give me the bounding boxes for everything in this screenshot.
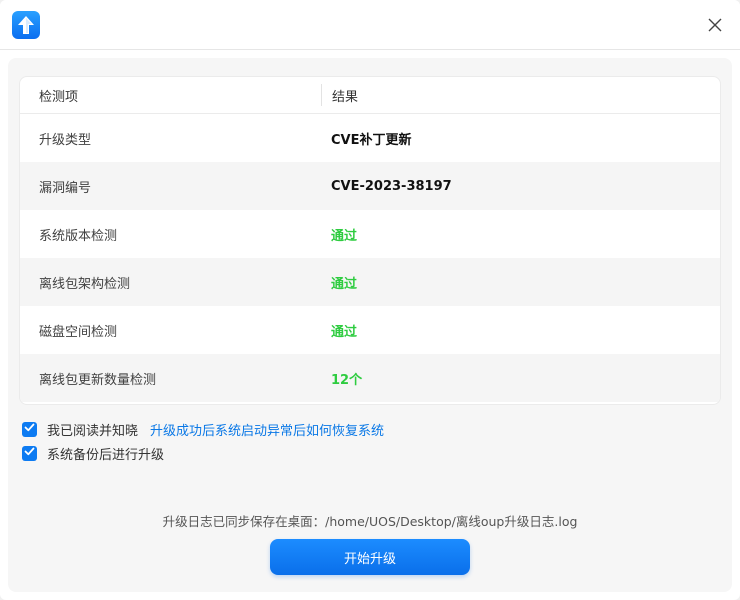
upload-arrow-icon	[12, 11, 40, 39]
row-result-pass: 通过	[331, 228, 358, 244]
row-item: 离线包更新数量检测	[39, 372, 157, 388]
header-item: 检测项	[39, 89, 79, 105]
row-item: 离线包架构检测	[39, 276, 131, 292]
checkmark-icon	[24, 422, 35, 437]
read-label: 我已阅读并知晓	[47, 423, 139, 439]
row-item: 漏洞编号	[39, 180, 92, 196]
close-icon	[708, 17, 722, 36]
log-info: 升级日志已同步保存在桌面：/home/UOS/Desktop/离线oup升级日志…	[8, 511, 732, 530]
content-panel: 检测项 结果 升级类型 CVE补丁更新 漏洞编号 CVE-2023-38197 …	[8, 58, 732, 592]
row-item: 升级类型	[39, 132, 92, 148]
backup-label: 系统备份后进行升级	[47, 447, 165, 463]
table-row: 离线包更新数量检测 12个	[20, 354, 720, 402]
checkmark-icon	[24, 446, 35, 461]
read-checkbox[interactable]	[22, 421, 37, 437]
check-table: 检测项 结果 升级类型 CVE补丁更新 漏洞编号 CVE-2023-38197 …	[19, 76, 721, 405]
row-result: CVE补丁更新	[331, 132, 412, 148]
backup-checkbox[interactable]	[22, 445, 37, 461]
row-result-pass: 通过	[331, 276, 358, 292]
row-item: 系统版本检测	[39, 228, 118, 244]
backup-line: 系统备份后进行升级	[22, 441, 384, 465]
table-row: 系统版本检测 通过	[20, 210, 720, 258]
titlebar	[0, 0, 740, 50]
read-agreement-line: 我已阅读并知晓 升级成功后系统启动异常后如何恢复系统	[22, 417, 384, 441]
recovery-guide-link[interactable]: 升级成功后系统启动异常后如何恢复系统	[150, 420, 384, 439]
close-button[interactable]	[702, 13, 728, 39]
table-row: 离线包架构检测 通过	[20, 258, 720, 306]
header-result: 结果	[332, 89, 359, 105]
row-result-pass: 12个	[331, 372, 363, 388]
agreement-checks: 我已阅读并知晓 升级成功后系统启动异常后如何恢复系统 系统备份后进行升级	[22, 417, 384, 465]
row-result: CVE-2023-38197	[331, 178, 452, 194]
table-row: 漏洞编号 CVE-2023-38197	[20, 162, 720, 210]
row-item: 磁盘空间检测	[39, 324, 118, 340]
log-path: /home/UOS/Desktop/离线oup升级日志.log	[325, 514, 578, 529]
table-row: 升级类型 CVE补丁更新	[20, 114, 720, 162]
start-upgrade-button[interactable]: 开始升级	[270, 539, 470, 575]
row-result-pass: 通过	[331, 324, 358, 340]
table-row: 磁盘空间检测 通过	[20, 306, 720, 354]
table-header: 检测项 结果	[20, 77, 720, 114]
log-label: 升级日志已同步保存在桌面：	[162, 514, 326, 529]
upgrade-window: 检测项 结果 升级类型 CVE补丁更新 漏洞编号 CVE-2023-38197 …	[0, 0, 740, 600]
